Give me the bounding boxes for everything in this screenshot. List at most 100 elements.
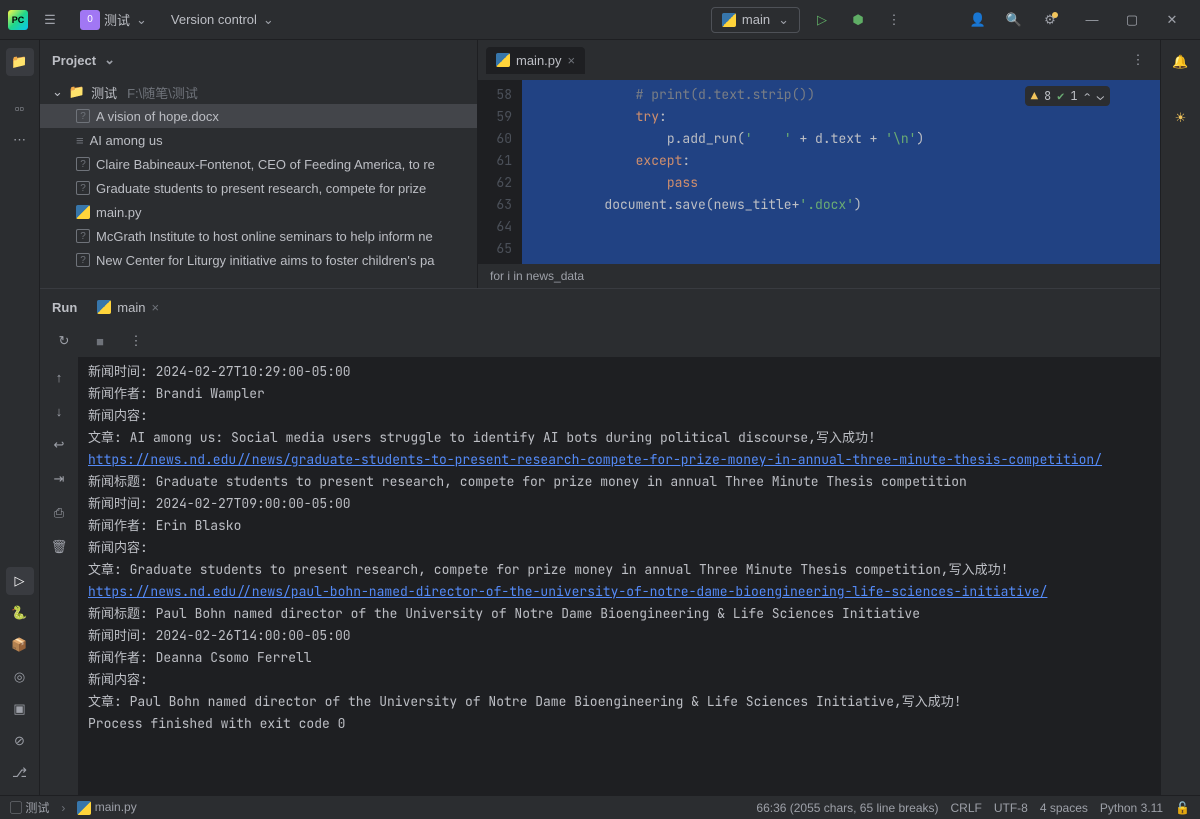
more-actions-icon[interactable]: ⋮ [880, 6, 908, 34]
tree-item[interactable]: ?New Center for Liturgy initiative aims … [40, 248, 477, 272]
tree-root[interactable]: ⌄ 📁 测试 F:\随笔\测试 [40, 80, 477, 104]
minimize-button[interactable]: — [1072, 4, 1112, 36]
python-interpreter[interactable]: Python 3.11 [1100, 801, 1163, 815]
doc-icon: ? [76, 109, 90, 123]
clear-icon[interactable]: 🗑 [45, 533, 73, 561]
ide-theme-icon[interactable]: ☀ [1167, 104, 1195, 132]
close-button[interactable]: ✕ [1152, 4, 1192, 36]
console-link[interactable]: https://news.nd.edu//news/paul-bohn-name… [88, 583, 1047, 600]
tree-item-label: McGrath Institute to host online seminar… [96, 229, 433, 244]
close-tab-icon[interactable]: × [151, 300, 159, 315]
run-gutter: ↑ ↓ ↩ ⇥ ⎙ 🗑 [40, 357, 78, 795]
close-tab-icon[interactable]: × [568, 53, 576, 68]
services-tool-button[interactable]: ◎ [6, 663, 34, 691]
caret-position[interactable]: 66:36 (2055 chars, 65 line breaks) [756, 801, 938, 815]
hamburger-icon[interactable]: ☰ [36, 6, 64, 34]
text-icon: ≡ [76, 133, 84, 148]
warning-icon: ✔ [1057, 88, 1064, 104]
tree-item[interactable]: ? McGrath Institute to host online semina… [40, 224, 477, 248]
doc-icon: ? [76, 181, 90, 195]
editor-gutter: 5859606162636465 [478, 80, 522, 264]
vcs-menu-label: Version control [171, 12, 257, 27]
project-tool-button[interactable]: 📁 [6, 48, 34, 76]
structure-tool-button[interactable]: ▫▫ [6, 94, 34, 122]
breadcrumb-file[interactable]: main.py [77, 800, 136, 815]
run-panel: Run main × ↻ ■ ⋮ ↑ ↓ ↩ ⇥ ⎙ 🗑 [40, 288, 1160, 795]
run-button[interactable]: ▷ [808, 6, 836, 34]
warning-count: 1 [1070, 88, 1077, 104]
vcs-tool-button[interactable]: ⎇ [6, 759, 34, 787]
print-icon[interactable]: ⎙ [45, 499, 73, 527]
editor-breadcrumb[interactable]: for i in news_data [478, 264, 1160, 288]
run-configuration-selector[interactable]: main [711, 7, 800, 33]
doc-icon: ? [76, 253, 90, 267]
project-panel-title: Project [52, 53, 96, 68]
editor-code[interactable]: # print(d.text.strip()) try: p.add_run('… [522, 80, 1160, 264]
maximize-button[interactable]: ▢ [1112, 4, 1152, 36]
python-packages-button[interactable]: 📦 [6, 631, 34, 659]
project-badge: 0 [80, 10, 100, 30]
folder-icon: 📁 [69, 84, 85, 100]
line-separator[interactable]: CRLF [951, 801, 982, 815]
tree-item-label: Claire Babineaux-Fontenot, CEO of Feedin… [96, 157, 435, 172]
problems-tool-button[interactable]: ⊘ [6, 727, 34, 755]
tree-item-label: Graduate students to present research, c… [96, 181, 426, 196]
code-with-me-icon[interactable]: 👤 [964, 6, 992, 34]
file-encoding[interactable]: UTF-8 [994, 801, 1028, 815]
notifications-icon[interactable]: 🔔 [1167, 48, 1195, 76]
more-tool-button[interactable]: ⋯ [6, 126, 34, 154]
tree-item-label: A vision of hope.docx [96, 109, 219, 124]
chevron-down-icon [102, 52, 115, 68]
python-console-button[interactable]: 🐍 [6, 599, 34, 627]
tree-item[interactable]: main.py [40, 200, 477, 224]
lock-icon[interactable]: 🔓 [1175, 801, 1190, 815]
editor-tabs: main.py × ⋮ [478, 40, 1160, 80]
run-tab-main[interactable]: main × [89, 296, 167, 319]
search-icon[interactable]: 🔍 [1000, 6, 1028, 34]
console-link[interactable]: https://news.nd.edu//news/graduate-stude… [88, 451, 1102, 468]
left-tool-rail: 📁 ▫▫ ⋯ ▷ 🐍 📦 ◎ ▣ ⊘ ⎇ [0, 40, 40, 795]
doc-icon: ? [76, 157, 90, 171]
project-name-label: 测试 [104, 10, 130, 29]
project-selector[interactable]: 0 测试 [72, 6, 155, 34]
tree-root-name: 测试 [91, 83, 117, 102]
debug-button[interactable]: ⬢ [844, 6, 872, 34]
soft-wrap-icon[interactable]: ↩ [45, 431, 73, 459]
python-icon [722, 13, 736, 27]
indent-setting[interactable]: 4 spaces [1040, 801, 1088, 815]
tree-item[interactable]: ? Claire Babineaux-Fontenot, CEO of Feedi… [40, 152, 477, 176]
tree-item[interactable]: ? Graduate students to present research, … [40, 176, 477, 200]
rerun-button[interactable]: ↻ [50, 327, 78, 355]
statusbar: ▢ 测试 › main.py 66:36 (2055 chars, 65 lin… [0, 795, 1200, 819]
scroll-to-end-icon[interactable]: ⇥ [45, 465, 73, 493]
right-tool-rail: 🔔 ☀ [1160, 40, 1200, 795]
editor-more-icon[interactable]: ⋮ [1124, 46, 1152, 74]
error-count: 8 [1044, 88, 1051, 104]
scroll-up-icon[interactable]: ↑ [45, 363, 73, 391]
python-icon [496, 53, 510, 67]
chevron-down-icon [776, 12, 789, 28]
inspection-badge[interactable]: ▲ 8 ✔ 1 ⌃ ⌄ [1025, 86, 1110, 106]
doc-icon: ? [76, 229, 90, 243]
tree-item-label: AI among us [90, 133, 163, 148]
run-more-icon[interactable]: ⋮ [122, 327, 150, 355]
chevron-up-icon[interactable]: ⌃ [1084, 88, 1091, 104]
settings-icon[interactable]: ⚙ [1036, 6, 1064, 34]
editor-tab-main[interactable]: main.py × [486, 47, 585, 74]
console-output[interactable]: 新闻时间: 2024-02-27T10:29:00-05:00新闻作者: Bra… [78, 357, 1160, 795]
tree-item-label: main.py [96, 205, 142, 220]
project-tree[interactable]: ⌄ 📁 测试 F:\随笔\测试 ? A vision of hope.docx ≡ A… [40, 80, 477, 288]
vcs-menu[interactable]: Version control [163, 8, 282, 32]
stop-button[interactable]: ■ [86, 327, 114, 355]
tree-item[interactable]: ? A vision of hope.docx [40, 104, 477, 128]
pycharm-logo-icon: PC [8, 10, 28, 30]
chevron-down-icon[interactable]: ⌄ [1097, 88, 1104, 104]
scroll-down-icon[interactable]: ↓ [45, 397, 73, 425]
python-icon [76, 205, 90, 219]
breadcrumb-project[interactable]: ▢ 测试 [10, 799, 49, 816]
tree-item[interactable]: ≡ AI among us [40, 128, 477, 152]
terminal-tool-button[interactable]: ▣ [6, 695, 34, 723]
chevron-down-icon: ⌄ [52, 84, 63, 100]
error-icon: ▲ [1031, 88, 1038, 104]
run-tool-button[interactable]: ▷ [6, 567, 34, 595]
